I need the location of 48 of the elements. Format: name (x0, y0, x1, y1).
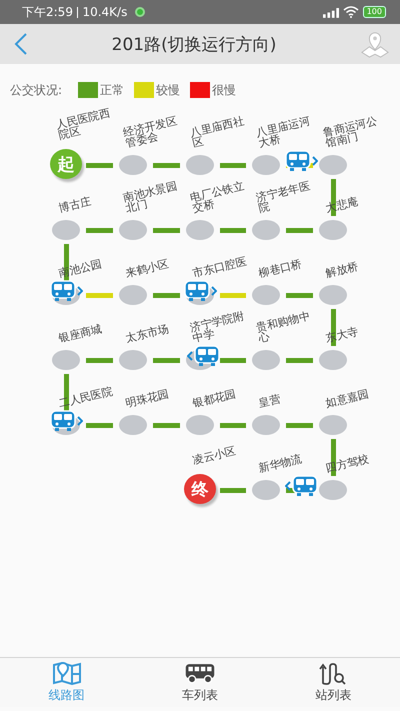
network-speed: 10.4K/s (82, 5, 128, 19)
station-label: 电厂公铁立交桥 (189, 178, 246, 214)
signal-icon (322, 6, 339, 18)
wifi-icon (342, 6, 359, 18)
station-label: 凌云小区 (192, 443, 238, 466)
station-label: 新华物流 (258, 451, 304, 474)
bus-icon (184, 661, 216, 685)
station-label: 四方驾校 (324, 451, 372, 474)
nav-tab[interactable]: 站列表 (266, 658, 400, 707)
station-label: 太东市场 (124, 321, 172, 344)
station-label: 经济开发区管委会 (122, 114, 180, 149)
station-label: 银都花园 (192, 386, 238, 409)
station-label: 柳巷口桥 (258, 256, 304, 279)
station-label: 来鹤小区 (124, 256, 172, 279)
station-label: 济宁学院附中学 (189, 308, 246, 344)
route-title[interactable]: 201路(切换运行方向) (28, 32, 360, 56)
station-label: 人民医院西院区 (55, 106, 112, 141)
station-label: 鲁商运河公馆南门 (322, 114, 380, 149)
map-icon (50, 661, 83, 685)
station-label: 解放桥 (324, 258, 360, 279)
status-time: 下午2:59 (22, 4, 73, 20)
station-label: 济宁老年医院 (255, 178, 312, 214)
station-label: 博古庄 (58, 194, 94, 214)
start-marker: 起 (50, 149, 82, 179)
station-label: 八里庙运河大桥 (255, 114, 312, 149)
station-label: 二人民医院 (58, 384, 115, 409)
station-label: 皇营 (258, 391, 283, 409)
station-label: 八里庙西社区 (189, 114, 246, 149)
separator-icon (76, 6, 78, 18)
map-pin-icon[interactable] (360, 30, 390, 58)
back-icon[interactable] (14, 32, 28, 56)
notification-icon (135, 7, 146, 17)
legend-text: 正常 (100, 82, 124, 98)
station-label: 东大寺 (324, 324, 360, 344)
station-label: 南池水景园北门 (122, 178, 180, 214)
end-marker: 终 (184, 474, 216, 504)
station-label: 市东口腔医 (192, 254, 249, 279)
station-label: 大悲庵 (324, 194, 360, 214)
station-label: 银座商城 (58, 321, 104, 344)
station-label: 南池公园 (58, 256, 104, 279)
battery-level: 100 (362, 6, 386, 18)
legend-text: 较慢 (156, 82, 180, 98)
legend-text: 很慢 (212, 82, 236, 98)
station-label: 贵和购物中心 (255, 308, 312, 344)
station-label: 如意嘉园 (324, 386, 372, 409)
station-label: 明珠花园 (124, 386, 172, 409)
nav-tab[interactable]: 车列表 (133, 658, 267, 707)
legend-label: 公交状况: (10, 82, 62, 98)
